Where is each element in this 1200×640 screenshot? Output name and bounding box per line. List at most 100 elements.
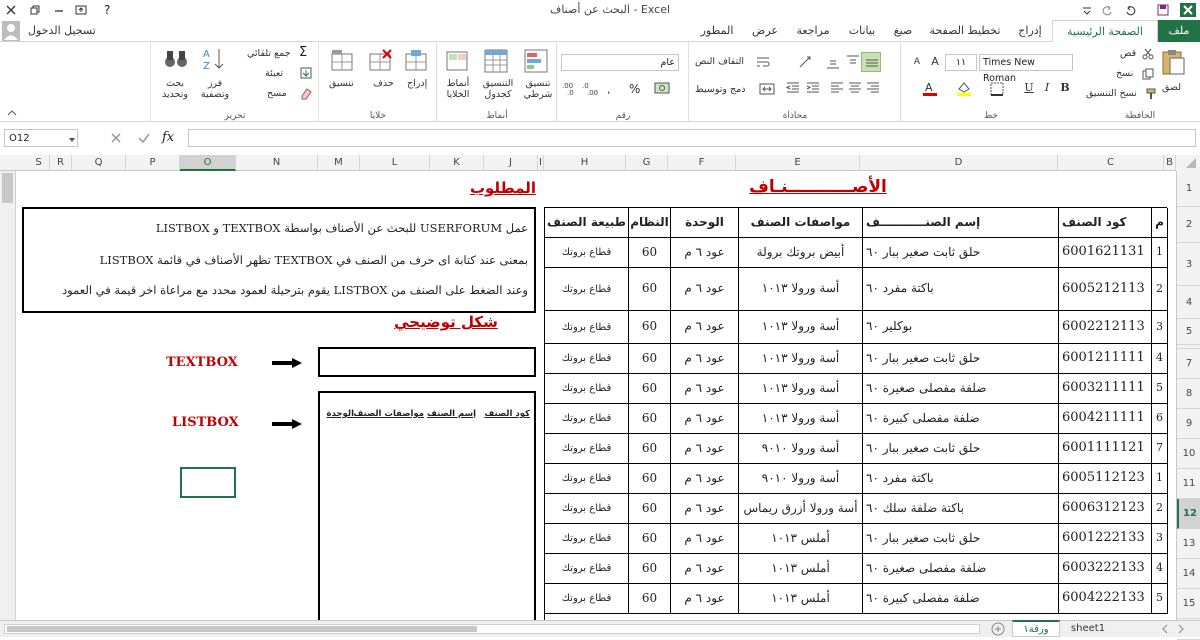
cell-system[interactable]: 60: [629, 434, 671, 464]
cell-code[interactable]: 6002212113: [1059, 311, 1152, 344]
row-header-8[interactable]: 8: [1177, 379, 1200, 409]
col-header-o[interactable]: O: [180, 155, 236, 171]
cell-nature[interactable]: قطاع بروتك: [545, 374, 629, 404]
row-header-13[interactable]: 13: [1177, 529, 1200, 559]
cell-m[interactable]: 5: [1152, 374, 1168, 404]
format-painter-button[interactable]: نسخ التنسيق: [1086, 88, 1137, 99]
cell-unit[interactable]: عود ٦ م: [671, 464, 739, 494]
cell-nature[interactable]: قطاع بروتك: [545, 238, 629, 268]
cell-code[interactable]: 6004222133: [1059, 584, 1152, 614]
cell-system[interactable]: 60: [629, 311, 671, 344]
cell-unit[interactable]: عود ٦ م: [671, 434, 739, 464]
insert-function-icon[interactable]: fx: [162, 129, 182, 147]
font-size-combo[interactable]: ١١: [945, 54, 977, 71]
cancel-entry-icon[interactable]: [108, 130, 124, 146]
tab-review[interactable]: مراجعة: [788, 20, 838, 42]
horizontal-scrollbar[interactable]: [4, 624, 980, 634]
cell-code[interactable]: 6005112123: [1059, 464, 1152, 494]
align-bottom-icon[interactable]: [825, 54, 841, 70]
cell-name[interactable]: بوكلير ٦٠: [863, 311, 1059, 344]
col-header-q[interactable]: Q: [72, 155, 126, 171]
row-header-4[interactable]: 4: [1177, 286, 1200, 319]
cell-m[interactable]: 2: [1152, 268, 1168, 311]
cell-spec[interactable]: أسة ورولا ١٠١٣: [739, 311, 863, 344]
decrease-decimal-icon[interactable]: .00.0: [561, 80, 579, 97]
align-left-icon[interactable]: [829, 80, 845, 96]
col-header-s[interactable]: S: [28, 155, 50, 171]
paste-icon[interactable]: [1158, 48, 1188, 78]
cell-m[interactable]: 7: [1152, 434, 1168, 464]
add-sheet-icon[interactable]: [990, 622, 1006, 636]
currency-icon[interactable]: [653, 80, 675, 96]
col-header-m[interactable]: M: [318, 155, 360, 171]
selected-cell-o12[interactable]: [180, 467, 236, 498]
cell-unit[interactable]: عود ٦ م: [671, 524, 739, 554]
cell-name[interactable]: حلق ثابت صغير ببار ٦٠: [863, 344, 1059, 374]
col-header-l[interactable]: L: [360, 155, 430, 171]
cell-name[interactable]: ضلفة مفصلى كبيرة ٦٠: [863, 584, 1059, 614]
formula-input[interactable]: [188, 129, 1196, 147]
cell-spec[interactable]: أسة ورولا ١٠١٣: [739, 344, 863, 374]
cell-system[interactable]: 60: [629, 374, 671, 404]
cell-styles-button[interactable]: أنماط الخلايا: [441, 78, 475, 100]
align-middle-icon[interactable]: [861, 52, 881, 72]
cell-system[interactable]: 60: [629, 404, 671, 434]
cell-nature[interactable]: قطاع بروتك: [545, 464, 629, 494]
cell-unit[interactable]: عود ٦ م: [671, 268, 739, 311]
autosum-button[interactable]: جمع تلقائي: [247, 48, 291, 59]
cell-nature[interactable]: قطاع بروتك: [545, 554, 629, 584]
vertical-scrollbar[interactable]: [0, 171, 16, 620]
cell-m[interactable]: 4: [1152, 344, 1168, 374]
row-header-9[interactable]: 9: [1177, 409, 1200, 439]
cell-spec[interactable]: أسة ورولا ٩٠١٠: [739, 434, 863, 464]
fill-button[interactable]: تعبئة: [265, 68, 283, 79]
comma-style-icon[interactable]: ,: [605, 82, 621, 96]
save-icon[interactable]: [1156, 3, 1170, 17]
delete-cells-button[interactable]: حذف: [373, 78, 394, 89]
select-all-corner[interactable]: [1176, 155, 1200, 171]
cut-button[interactable]: قص: [1120, 48, 1136, 59]
binoculars-icon[interactable]: [163, 46, 189, 72]
confirm-entry-icon[interactable]: [136, 130, 152, 146]
format-cells-button[interactable]: تنسيق: [329, 78, 354, 89]
tab-home[interactable]: الصفحة الرئيسية: [1052, 20, 1158, 44]
tab-formulas[interactable]: صيغ: [886, 20, 920, 42]
indent-icon[interactable]: [805, 80, 821, 96]
col-header-g[interactable]: G: [626, 155, 668, 171]
row-header-3[interactable]: 3: [1177, 243, 1200, 286]
row-header-5[interactable]: 5: [1177, 319, 1200, 345]
col-header-d[interactable]: D: [860, 155, 1058, 171]
cell-nature[interactable]: قطاع بروتك: [545, 344, 629, 374]
redo-icon[interactable]: [1100, 3, 1114, 17]
col-header-b[interactable]: B: [1164, 155, 1176, 171]
percent-button[interactable]: %: [629, 82, 640, 96]
align-center-icon[interactable]: [847, 80, 863, 96]
col-header-k[interactable]: K: [430, 155, 484, 171]
tab-scroll-right-icon[interactable]: [1176, 624, 1186, 634]
cell-spec[interactable]: أسة ورولا ٩٠١٠: [739, 464, 863, 494]
row-header-10[interactable]: 10: [1177, 439, 1200, 469]
align-right-icon[interactable]: [865, 80, 881, 96]
cell-nature[interactable]: قطاع بروتك: [545, 268, 629, 311]
sign-in-area[interactable]: تسجيل الدخول: [0, 20, 130, 42]
font-name-combo[interactable]: Times New Roman: [979, 54, 1073, 84]
cell-m[interactable]: 5: [1152, 584, 1168, 614]
conditional-format-icon[interactable]: [523, 48, 549, 74]
insert-cells-button[interactable]: إدراج: [407, 78, 427, 89]
tab-file[interactable]: ملف: [1158, 20, 1200, 42]
cell-system[interactable]: 60: [629, 464, 671, 494]
cell-unit[interactable]: عود ٦ م: [671, 311, 739, 344]
cell-spec[interactable]: أبيض بروتك برولة: [739, 238, 863, 268]
cell-spec[interactable]: أسة ورولا ١٠١٣: [739, 268, 863, 311]
orientation-icon[interactable]: [797, 54, 813, 70]
row-header-12[interactable]: 12: [1177, 499, 1200, 529]
merge-center-button[interactable]: دمج وتوسيط: [695, 84, 745, 95]
cell-spec[interactable]: أملس ١٠١٣: [739, 584, 863, 614]
cell-code[interactable]: 6001222133: [1059, 524, 1152, 554]
cell-styles-icon[interactable]: [445, 48, 471, 74]
col-header-c[interactable]: C: [1058, 155, 1164, 171]
row-header-15[interactable]: 15: [1177, 589, 1200, 619]
row-header-11[interactable]: 11: [1177, 469, 1200, 499]
increase-decimal-icon[interactable]: .0.00: [581, 80, 599, 97]
cell-nature[interactable]: قطاع بروتك: [545, 524, 629, 554]
